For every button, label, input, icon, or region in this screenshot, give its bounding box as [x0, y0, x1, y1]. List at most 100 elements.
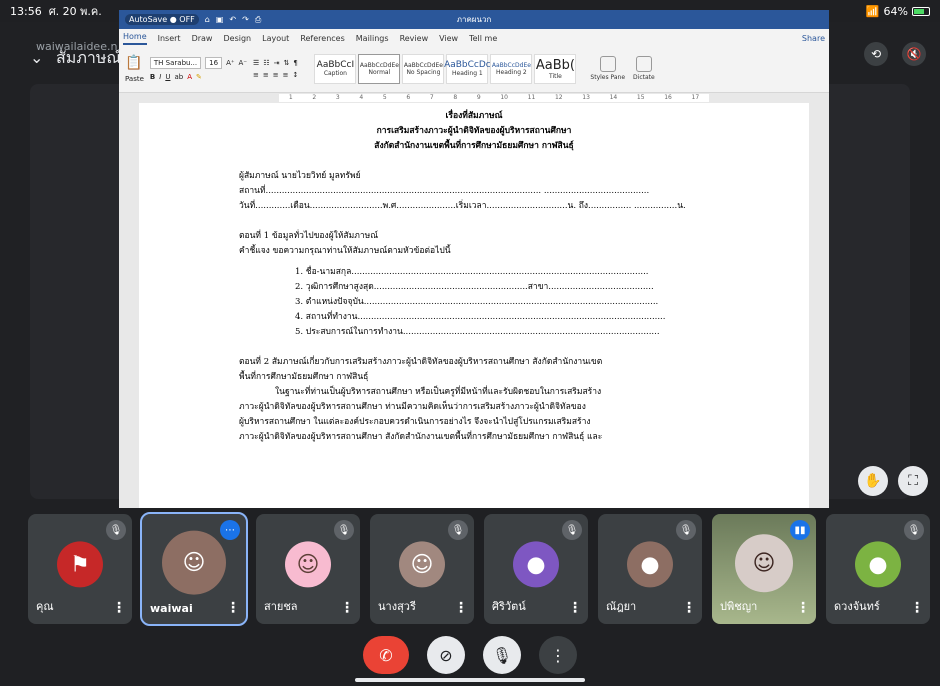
tab-references[interactable]: References: [300, 34, 344, 45]
speaker-mute-icon[interactable]: 🔇: [902, 42, 926, 66]
more-options-icon[interactable]: ⋮: [682, 600, 696, 616]
switch-camera-icon[interactable]: ⟲: [864, 42, 888, 66]
tab-layout[interactable]: Layout: [262, 34, 289, 45]
indent-icon[interactable]: ⇥: [274, 59, 280, 67]
interviewer-line: ผู้สัมภาษณ์ นายไวยวิทย์ มูลทรัพย์: [239, 171, 361, 181]
style-heading-2[interactable]: AaBbCcDdEe Heading 2: [490, 53, 533, 84]
tab-tell-me[interactable]: Tell me: [469, 34, 497, 45]
top-right-controls: ⟲ 🔇: [864, 42, 926, 66]
sort-icon[interactable]: ⇅: [283, 59, 289, 67]
grow-font-icon[interactable]: A⁺: [226, 59, 234, 67]
participant-name: คุณ: [36, 600, 54, 613]
shrink-font-icon[interactable]: A⁻: [239, 59, 247, 67]
mic-off-button[interactable]: 🎙: [483, 636, 521, 674]
dictate-button[interactable]: Dictate: [633, 56, 655, 81]
ribbon-tabs: Home Insert Draw Design Layout Reference…: [119, 29, 829, 45]
list-item: 1. ชื่อ-นามสกุล.........................…: [295, 267, 649, 277]
underline-icon[interactable]: U: [165, 73, 170, 81]
mic-muted-icon: 🎙: [106, 520, 126, 540]
style-sample: AaBbCcI: [316, 60, 355, 70]
tab-draw[interactable]: Draw: [192, 34, 213, 45]
ribbon-home: 📋 Paste TH Sarabu... 16 A⁺ A⁻ B I U ab A…: [119, 45, 829, 93]
styles-pane-button[interactable]: Styles Pane: [590, 56, 625, 81]
bullets-icon[interactable]: ☰: [253, 59, 259, 67]
more-options-button[interactable]: ⋮: [539, 636, 577, 674]
bold-icon[interactable]: B: [150, 73, 155, 81]
mic-muted-icon: 🎙: [562, 520, 582, 540]
italic-icon[interactable]: I: [159, 73, 161, 81]
paragraph-line: ในฐานะที่ท่านเป็นผู้บริหารสถานศึกษา หรือ…: [275, 387, 602, 397]
camera-off-button[interactable]: ⊘: [427, 636, 465, 674]
more-options-icon[interactable]: ⋮: [340, 600, 354, 616]
style-no-spacing[interactable]: AaBbCcDdEe No Spacing: [402, 53, 445, 84]
styles-pane-icon: [599, 56, 616, 72]
tab-home[interactable]: Home: [123, 32, 147, 45]
align-center-icon[interactable]: ≡: [263, 71, 269, 79]
more-options-icon[interactable]: ⋮: [226, 600, 240, 616]
instruction-line: คำชี้แจง ขอความกรุณาท่านให้สัมภาษณ์ตามหั…: [239, 246, 451, 256]
document-page[interactable]: เรื่องที่สัมภาษณ์ การเสริมสร้างภาวะผู้นำ…: [139, 103, 809, 508]
more-options-icon[interactable]: ⋮: [112, 600, 126, 616]
end-call-button[interactable]: ✆: [363, 636, 409, 674]
more-badge-icon[interactable]: ⋯: [220, 520, 240, 540]
mic-muted-icon: 🎙: [334, 520, 354, 540]
pilcrow-icon[interactable]: ¶: [293, 59, 297, 67]
list-item: 5. ประสบการณ์ในการทำงาน.................…: [295, 327, 660, 337]
paragraph-group: ☰ ☷ ⇥ ⇅ ¶ ≡ ≡ ≡ ≡ ↕: [253, 59, 298, 79]
more-options-icon[interactable]: ⋮: [910, 600, 924, 616]
more-options-icon[interactable]: ⋮: [454, 600, 468, 616]
tab-view[interactable]: View: [439, 34, 458, 45]
avatar: ●: [513, 541, 559, 588]
participant-name: สายชล: [264, 600, 298, 613]
font-size-select[interactable]: 16: [205, 56, 223, 69]
ribbon-end-group: Styles Pane Dictate: [590, 56, 655, 81]
paste-icon[interactable]: 📋: [125, 55, 144, 71]
style-title[interactable]: AaBb(Title: [534, 53, 577, 84]
participant-tile[interactable]: ☺ ▮▮ ปพิชญา ⋮: [712, 514, 816, 624]
participant-tile[interactable]: ● 🎙 ศิริวัตน์ ⋮: [484, 514, 588, 624]
chevron-down-icon[interactable]: ⌄: [30, 48, 43, 67]
list-item: 3. ตำแหน่งปัจจุบัน......................…: [295, 297, 659, 307]
share-button[interactable]: Share: [802, 34, 825, 45]
participant-name: ศิริวัตน์: [492, 600, 526, 613]
pin-mute-icon[interactable]: ✋: [858, 466, 888, 496]
tab-design[interactable]: Design: [223, 34, 251, 45]
participant-tile[interactable]: ☺ 🎙 นางสุวรี ⋮: [370, 514, 474, 624]
participant-tile[interactable]: ● 🎙 ณัฎยา ⋮: [598, 514, 702, 624]
font-family-select[interactable]: TH Sarabu...: [149, 56, 202, 69]
style-heading-1[interactable]: AaBbCcDc Heading 1: [444, 53, 491, 84]
more-options-icon[interactable]: ⋮: [568, 600, 582, 616]
text-color-icon[interactable]: A: [187, 73, 192, 81]
status-bar: 13:56 ศ. 20 พ.ค. 📶 64%: [0, 0, 940, 22]
avatar: ☺: [399, 541, 445, 588]
participant-tile[interactable]: ⚑ 🎙 คุณ ⋮: [28, 514, 132, 624]
line-spacing-icon[interactable]: ↕: [293, 71, 299, 79]
participant-tile[interactable]: ☺ ⋯ waiwai ⋮: [140, 512, 248, 626]
participant-strip: ⚑ 🎙 คุณ ⋮ ☺ ⋯ waiwai ⋮ ☺ 🎙 สายชล ⋮ ☺ 🎙 น…: [28, 512, 930, 626]
participant-name: นางสุวรี: [378, 600, 416, 613]
tab-mailings[interactable]: Mailings: [356, 34, 389, 45]
style-sample: AaBbCcDdEe: [491, 61, 531, 69]
numbering-icon[interactable]: ☷: [263, 59, 269, 67]
status-right: 📶 64%: [866, 5, 930, 18]
participant-tile[interactable]: ☺ 🎙 สายชล ⋮: [256, 514, 360, 624]
participant-tile[interactable]: ● 🎙 ดวงจันทร์ ⋮: [826, 514, 930, 624]
doc-heading: เรื่องที่สัมภาษณ์: [445, 111, 503, 121]
place-line: สถานที่.................................…: [239, 186, 650, 196]
home-indicator: [355, 678, 585, 682]
fullscreen-icon[interactable]: ⛶: [898, 466, 928, 496]
avatar: ☺: [735, 534, 793, 593]
justify-icon[interactable]: ≡: [283, 71, 289, 79]
strikethrough-icon[interactable]: ab: [174, 73, 183, 81]
battery-level: 64%: [883, 4, 908, 18]
tab-review[interactable]: Review: [400, 34, 429, 45]
align-left-icon[interactable]: ≡: [253, 71, 259, 79]
style-caption[interactable]: AaBbCcI Caption: [314, 53, 357, 84]
paragraph-line: ผู้บริหารสถานศึกษา ในแต่ละองค์ประกอบควรด…: [239, 417, 591, 427]
highlight-icon[interactable]: ✎: [196, 73, 202, 81]
list-item: 4. สถานที่ทำงาน.........................…: [295, 312, 666, 322]
align-right-icon[interactable]: ≡: [273, 71, 279, 79]
style-normal[interactable]: AaBbCcDdEe Normal: [358, 53, 401, 84]
more-options-icon[interactable]: ⋮: [796, 600, 810, 616]
tab-insert[interactable]: Insert: [158, 34, 181, 45]
